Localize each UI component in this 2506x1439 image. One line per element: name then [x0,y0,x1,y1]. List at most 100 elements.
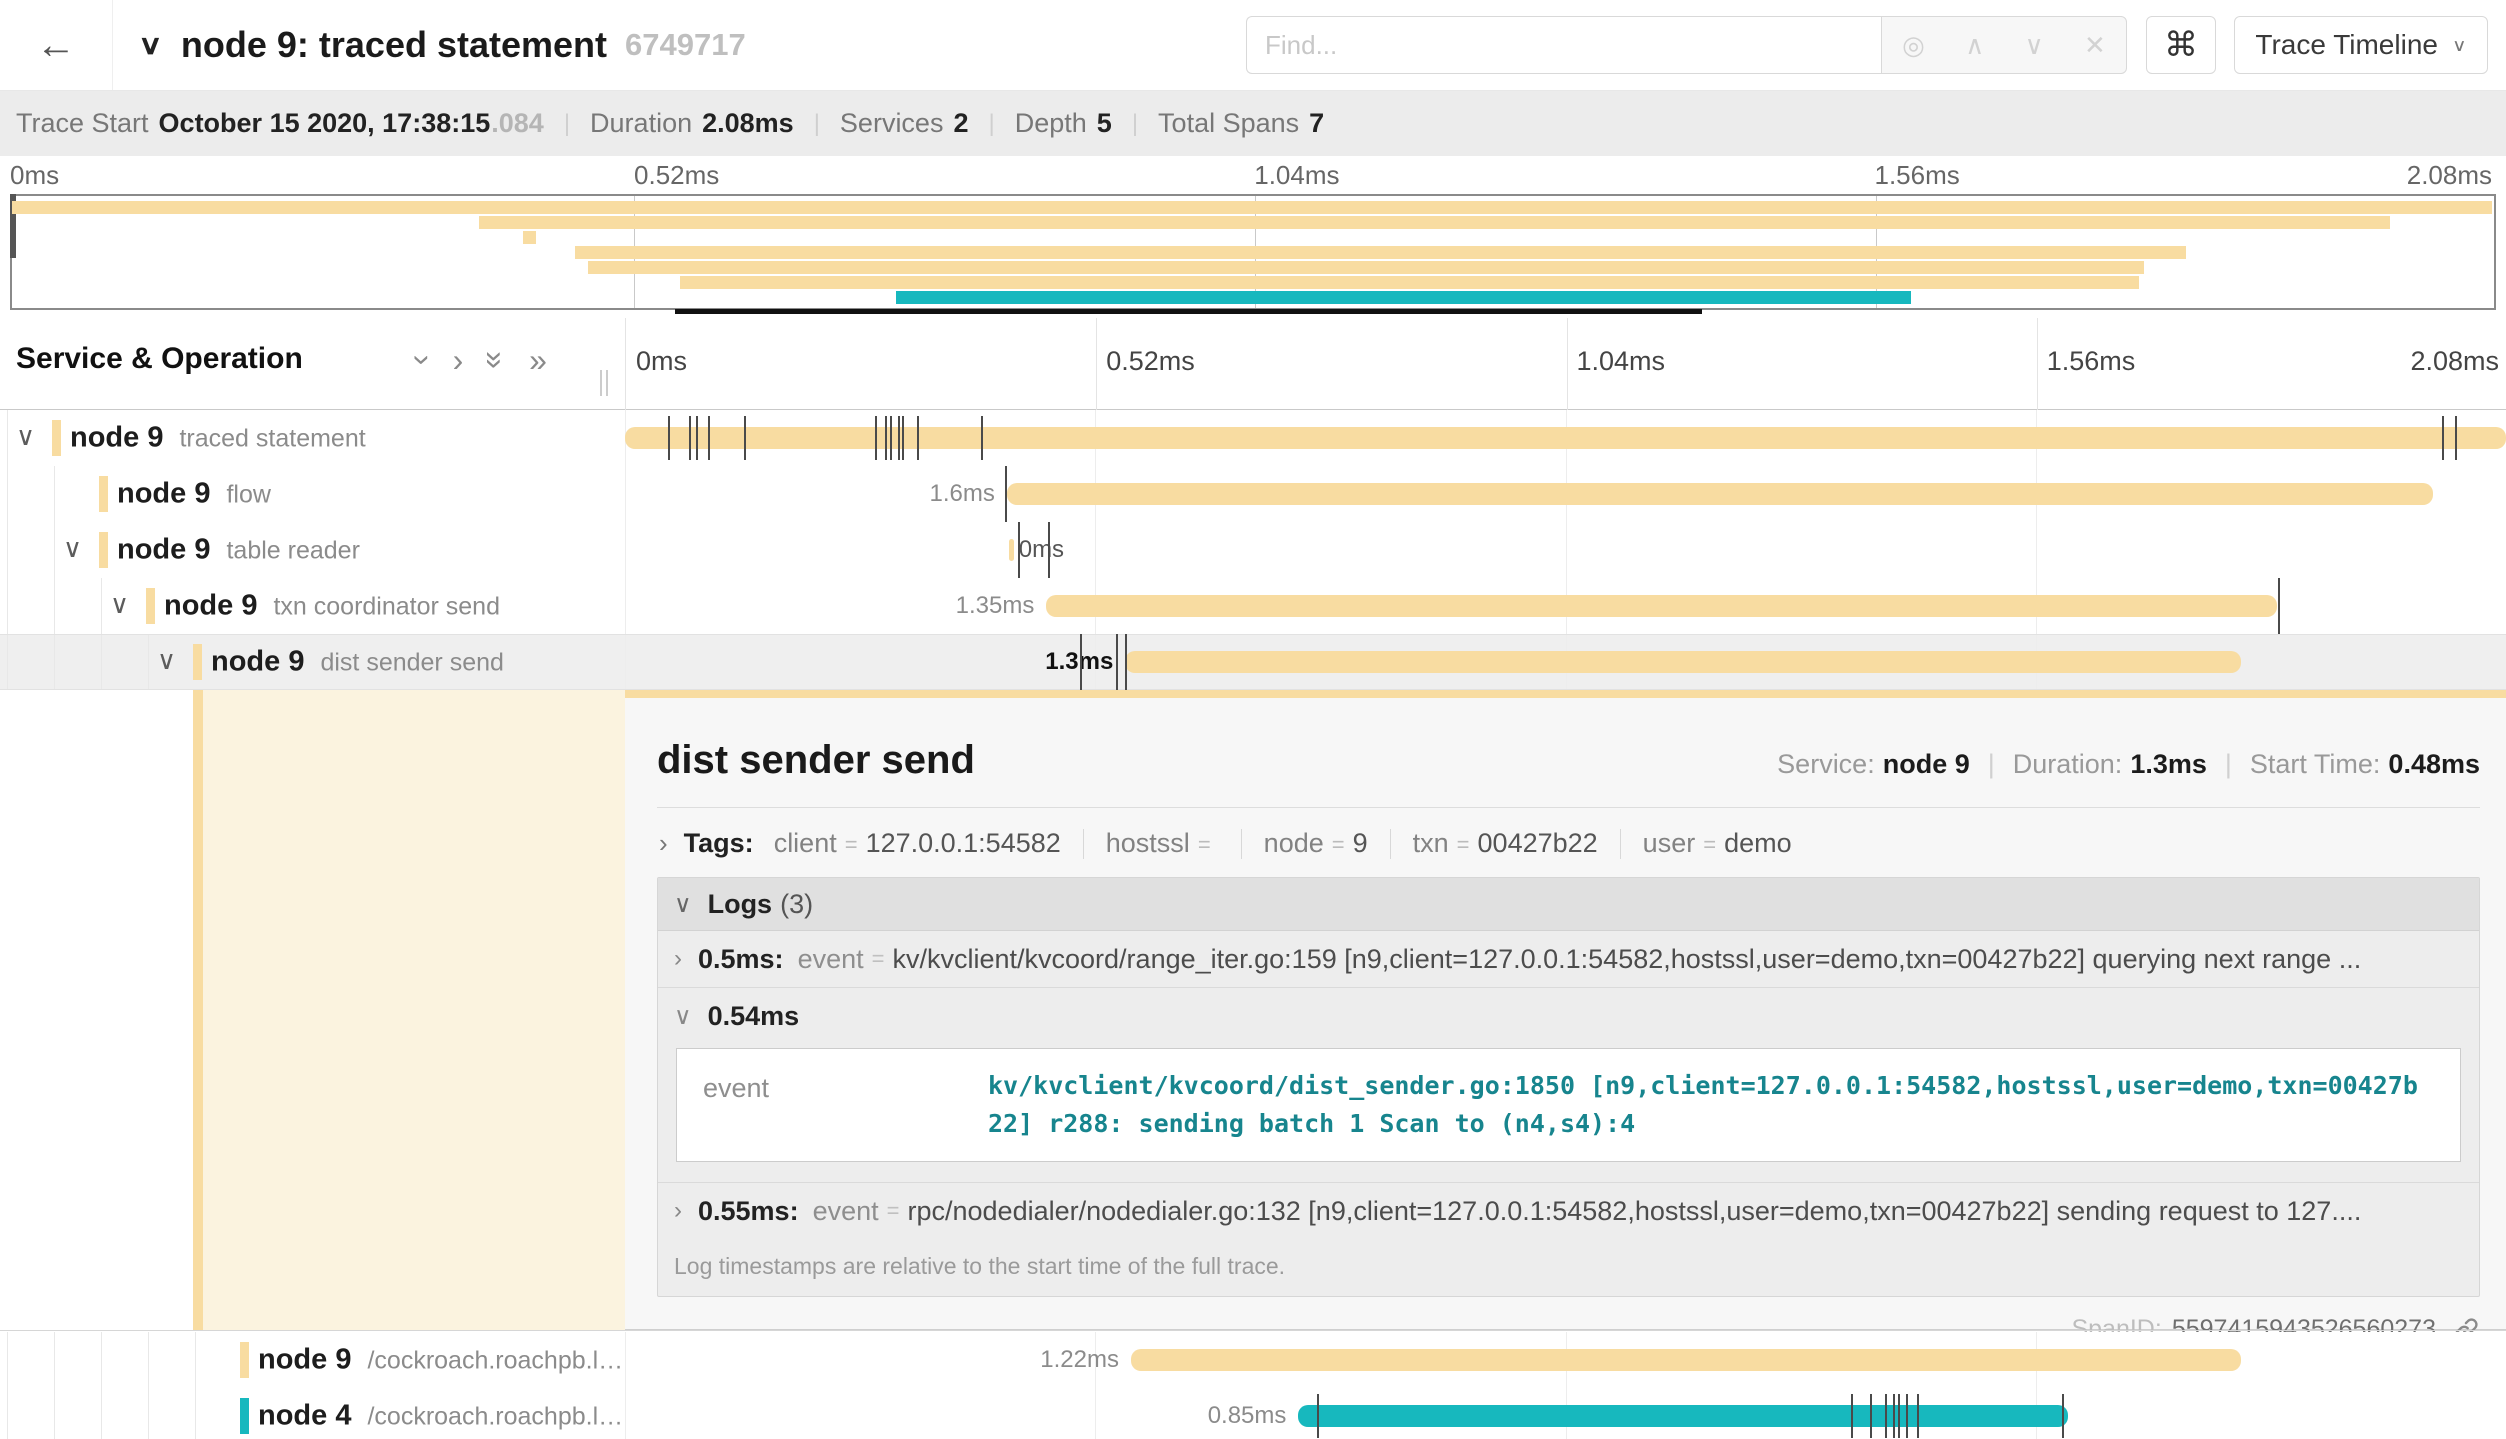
span-row[interactable]: ∨ node 9traced statement [0,410,2506,466]
span-name-cell[interactable]: ∨ node 9table reader [0,522,625,578]
log-entry-toggle[interactable]: › 0.5ms: event = kv/kvclient/kvcoord/ran… [674,931,2463,987]
chevron-right-icon[interactable]: › [659,828,668,859]
next-result-icon[interactable]: ∨ [2025,32,2044,58]
span-row[interactable]: ∨ node 9dist sender send 1.3ms [0,634,2506,690]
expand-all-icon[interactable]: » [529,344,547,376]
span-service-name[interactable]: node 9table reader [117,534,360,567]
service-operation-header: Service & Operation [16,342,303,376]
span-duration-bar[interactable] [625,427,2506,449]
log-key: event [798,944,864,975]
chevron-down-icon[interactable]: ∨ [63,533,82,564]
tree-guide-line [7,1388,8,1439]
span-bar-cell[interactable]: 0ms [625,522,2506,578]
clear-search-icon[interactable]: ✕ [2084,32,2106,58]
tag-key: hostssl [1106,828,1190,859]
span-service-name[interactable]: node 9flow [117,478,271,511]
span-service-name[interactable]: node 4/cockroach.roachpb.l… [258,1400,623,1433]
span-duration-bar[interactable] [1298,1405,2067,1427]
log-tick-mark [1893,1394,1895,1438]
span-color-chip [240,1398,249,1434]
summary-value: October 15 2020, 17:38:15 [159,108,491,139]
log-tick-mark [917,416,919,460]
minimap-span-bar [523,231,535,244]
locate-icon[interactable]: ◎ [1902,32,1925,58]
span-bar-cell[interactable]: 1.22ms [625,1332,2506,1388]
logs-header[interactable]: ∨ Logs (3) [658,878,2479,931]
log-tick-mark [1885,1394,1887,1438]
command-icon: ⌘ [2164,25,2198,65]
minimap-canvas[interactable] [10,194,2496,310]
view-select-button[interactable]: Trace Timeline ∨ [2234,16,2488,74]
span-row[interactable]: node 9/cockroach.roachpb.l… 1.22ms [0,1332,2506,1388]
back-button[interactable]: ← [0,0,113,90]
span-name-cell[interactable]: node 9flow [0,466,625,522]
span-row[interactable]: ∨ node 9table reader 0ms [0,522,2506,578]
chevron-down-icon[interactable]: ∨ [110,589,129,620]
span-name-cell[interactable]: node 9/cockroach.roachpb.l… [0,1332,625,1388]
find-input[interactable] [1247,17,1882,73]
span-service-name[interactable]: node 9/cockroach.roachpb.l… [258,1344,623,1377]
span-service-name[interactable]: node 9txn coordinator send [164,590,500,623]
span-bar-cell[interactable]: 1.6ms [625,466,2506,522]
log-event-table: event kv/kvclient/kvcoord/dist_sender.go… [676,1048,2461,1162]
collapse-all-icon[interactable]: » [480,351,512,369]
span-duration-bar[interactable] [1046,595,2276,617]
span-bar-cell[interactable] [625,410,2506,466]
log-tick-mark [744,416,746,460]
ruler-tick-label: 0.52ms [1096,346,1195,377]
chevron-down-icon[interactable]: ∨ [138,29,163,61]
tree-guide-line [54,1332,55,1388]
tag-item: hostssl= [1106,828,1219,859]
collapse-one-icon[interactable]: › [407,355,439,366]
log-tick-mark [1080,634,1082,690]
summary-value: 2.08ms [702,108,794,139]
keyboard-shortcuts-button[interactable]: ⌘ [2146,16,2216,74]
chevron-down-icon[interactable]: ∨ [157,645,176,676]
equals-sign: = [845,832,858,858]
span-operation-name: dist sender send [320,649,503,677]
tags-label[interactable]: Tags: [684,828,754,859]
span-name-cell[interactable]: node 4/cockroach.roachpb.l… [0,1388,625,1439]
span-row[interactable]: node 9flow 1.6ms [0,466,2506,522]
log-field-value: kv/kvclient/kvcoord/dist_sender.go:1850 … [988,1067,2460,1143]
span-operation-name: /cockroach.roachpb.l… [367,1403,623,1431]
log-entry-toggle[interactable]: ∨ 0.54ms [674,988,2463,1044]
summary-separator: | [988,110,994,138]
span-row[interactable]: node 4/cockroach.roachpb.l…0.85ms [0,1388,2506,1439]
summary-value-suffix: .084 [491,108,544,139]
column-resize-grip[interactable] [600,370,612,396]
span-row[interactable]: ∨ node 9txn coordinator send 1.35ms [0,578,2506,634]
span-duration-label: 1.22ms [1040,1346,1119,1374]
tree-guide-line [7,578,8,634]
log-tick-mark [1870,1394,1872,1438]
log-tick-mark [875,416,877,460]
prev-result-icon[interactable]: ∧ [1965,32,1984,58]
span-duration-bar[interactable] [1007,483,2433,505]
log-tick-mark [1917,1394,1919,1438]
span-duration-bar[interactable] [1009,539,1015,561]
span-service-name[interactable]: node 9dist sender send [211,646,504,679]
log-tick-mark [898,416,900,460]
span-duration-bar[interactable] [1131,1349,2241,1371]
span-bar-cell[interactable]: 1.3ms [625,635,2506,689]
span-duration-bar[interactable] [1125,651,2240,673]
span-color-chip [193,644,202,680]
expand-one-icon[interactable]: › [453,344,464,376]
log-tick-mark [1851,1394,1853,1438]
chevron-down-icon: ∨ [674,1002,692,1031]
tag-item: txn=00427b22 [1413,828,1598,859]
trace-summary-bar: Trace StartOctober 15 2020, 17:38:15.084… [0,91,2506,156]
span-bar-cell[interactable]: 1.35ms [625,578,2506,634]
span-bar-cell[interactable]: 0.85ms [625,1388,2506,1439]
log-entry-toggle[interactable]: › 0.55ms: event = rpc/nodedialer/nodedia… [674,1183,2463,1239]
span-name-cell[interactable]: ∨ node 9txn coordinator send [0,578,625,634]
chevron-down-icon[interactable]: ∨ [16,421,35,452]
span-name-cell[interactable]: ∨ node 9dist sender send [0,635,625,689]
span-name-cell[interactable]: ∨ node 9traced statement [0,410,625,466]
log-field-key: event [677,1067,988,1143]
timeline-gridline [625,635,626,689]
span-service-name[interactable]: node 9traced statement [70,422,366,455]
tags-row[interactable]: › Tags: client=127.0.0.1:54582hostssl=no… [657,808,2480,877]
ruler-tick-label: 0ms [626,346,687,377]
minimap-viewport-scrollbar[interactable] [675,309,1703,314]
